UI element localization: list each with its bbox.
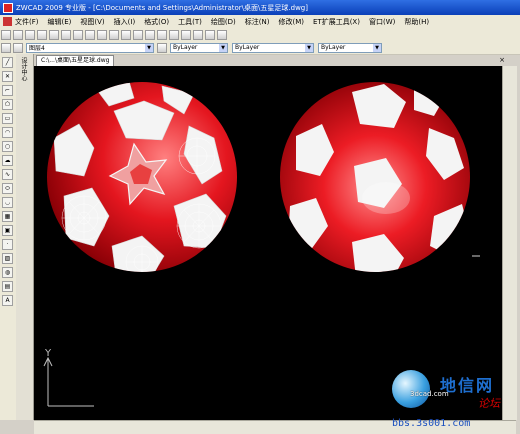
layer-select-value: 图层4 <box>29 45 45 52</box>
watermark-bbs-url: bbs.3s001.com <box>392 418 471 429</box>
menu-tools[interactable]: 工具(T) <box>178 17 202 27</box>
print-icon[interactable] <box>37 29 47 40</box>
zoom-realtime-icon[interactable] <box>145 29 155 40</box>
menu-window[interactable]: 窗口(W) <box>369 17 395 27</box>
draw-toolbar: ╱ ✕ ⌐ ⬠ ▭ ◠ ○ ☁ ∿ ⬭ ◡ ▦ ▣ · ▨ ◍ ▤ A <box>0 54 17 420</box>
drawing-canvas: Y <box>43 82 480 407</box>
close-icon[interactable]: × <box>497 55 507 65</box>
design-center-panel[interactable]: 设计中心 <box>16 54 34 420</box>
soccer-ball-solid <box>280 82 470 272</box>
menu-format[interactable]: 格式(O) <box>144 17 169 27</box>
paste-icon[interactable] <box>85 29 95 40</box>
chevron-down-icon[interactable]: ▼ <box>373 43 381 52</box>
lineweight-select-value: ByLayer <box>321 44 346 51</box>
make-current-layer-icon[interactable] <box>157 42 167 53</box>
linetype-select-value: ByLayer <box>235 44 260 51</box>
match-properties-icon[interactable] <box>97 29 107 40</box>
open-file-icon[interactable] <box>13 29 23 40</box>
menu-draw[interactable]: 绘图(D) <box>211 17 236 27</box>
watermark-title: 地信网 <box>440 376 495 395</box>
menu-insert[interactable]: 插入(I) <box>114 17 136 27</box>
design-center-icon[interactable] <box>193 29 203 40</box>
zoom-window-icon[interactable] <box>157 29 167 40</box>
menu-et-tools[interactable]: ET扩展工具(X) <box>313 17 360 27</box>
soccer-ball-wireframe <box>47 82 237 272</box>
insert-block-icon[interactable]: ▦ <box>2 211 13 222</box>
help-icon[interactable] <box>217 29 227 40</box>
vertical-scrollbar[interactable] <box>502 66 517 420</box>
ucs-icon <box>43 356 94 407</box>
app-logo-icon <box>3 2 13 13</box>
spline-icon[interactable]: ∿ <box>2 169 13 180</box>
hatch-icon[interactable]: ▨ <box>2 253 13 264</box>
menu-modify[interactable]: 修改(M) <box>278 17 304 27</box>
lineweight-select[interactable]: ByLayer ▼ <box>318 42 382 53</box>
redo-icon[interactable] <box>121 29 131 40</box>
chevron-down-icon[interactable]: ▼ <box>305 43 313 52</box>
polyline-icon[interactable]: ⌐ <box>2 85 13 96</box>
layer-select[interactable]: 图层4 ▼ <box>26 42 154 53</box>
copy-icon[interactable] <box>73 29 83 40</box>
menu-view[interactable]: 视图(V) <box>80 17 104 27</box>
design-center-label: 设计中心 <box>20 57 27 81</box>
chevron-down-icon[interactable]: ▼ <box>145 43 153 52</box>
title-bar: ZWCAD 2009 专业版 - [C:\Documents and Setti… <box>0 0 520 15</box>
watermark-forum: 论坛 <box>478 397 500 410</box>
globe-logo-icon <box>392 370 430 408</box>
menu-file[interactable]: 文件(F) <box>15 17 39 27</box>
polygon-icon[interactable]: ⬠ <box>2 99 13 110</box>
layer-state-icon[interactable] <box>13 42 23 53</box>
arc-icon[interactable]: ◠ <box>2 127 13 138</box>
line-icon[interactable]: ╱ <box>2 57 13 68</box>
rectangle-icon[interactable]: ▭ <box>2 113 13 124</box>
region-icon[interactable]: ◍ <box>2 267 13 278</box>
cut-icon[interactable] <box>61 29 71 40</box>
site-watermark: 3dcad.com 地信网 论坛 bbs.3s001.com <box>392 370 520 433</box>
menu-help[interactable]: 帮助(H) <box>404 17 429 27</box>
ucs-y-label: Y <box>44 348 52 359</box>
construction-line-icon[interactable]: ✕ <box>2 71 13 82</box>
layer-toolbar: 图层4 ▼ ByLayer ▼ ByLayer ▼ ByLayer ▼ <box>0 41 520 55</box>
pan-icon[interactable] <box>133 29 143 40</box>
new-file-icon[interactable] <box>1 29 11 40</box>
ellipse-icon[interactable]: ⬭ <box>2 183 13 194</box>
table-icon[interactable]: ▤ <box>2 281 13 292</box>
save-icon[interactable] <box>25 29 35 40</box>
ellipse-arc-icon[interactable]: ◡ <box>2 197 13 208</box>
menu-bar: 文件(F) 编辑(E) 视图(V) 插入(I) 格式(O) 工具(T) 绘图(D… <box>0 15 520 29</box>
window-title: ZWCAD 2009 专业版 - [C:\Documents and Setti… <box>16 3 308 12</box>
print-preview-icon[interactable] <box>49 29 59 40</box>
circle-icon[interactable]: ○ <box>2 141 13 152</box>
drawing-viewport[interactable]: Y <box>34 66 502 420</box>
point-icon[interactable]: · <box>2 239 13 250</box>
layer-manager-icon[interactable] <box>1 42 11 53</box>
document-menu-icon[interactable] <box>3 17 12 26</box>
tool-palette-icon[interactable] <box>205 29 215 40</box>
color-select[interactable]: ByLayer ▼ <box>170 42 228 53</box>
revision-cloud-icon[interactable]: ☁ <box>2 155 13 166</box>
zoom-previous-icon[interactable] <box>169 29 179 40</box>
standard-toolbar <box>0 28 520 42</box>
color-select-value: ByLayer <box>173 44 198 51</box>
properties-icon[interactable] <box>181 29 191 40</box>
make-block-icon[interactable]: ▣ <box>2 225 13 236</box>
chevron-down-icon[interactable]: ▼ <box>219 43 227 52</box>
undo-icon[interactable] <box>109 29 119 40</box>
menu-edit[interactable]: 编辑(E) <box>48 17 72 27</box>
menu-dimension[interactable]: 标注(N) <box>245 17 270 27</box>
document-tab[interactable]: C:\...\桌面\五星足球.dwg <box>36 55 115 66</box>
multiline-text-icon[interactable]: A <box>2 295 13 306</box>
linetype-select[interactable]: ByLayer ▼ <box>232 42 314 53</box>
